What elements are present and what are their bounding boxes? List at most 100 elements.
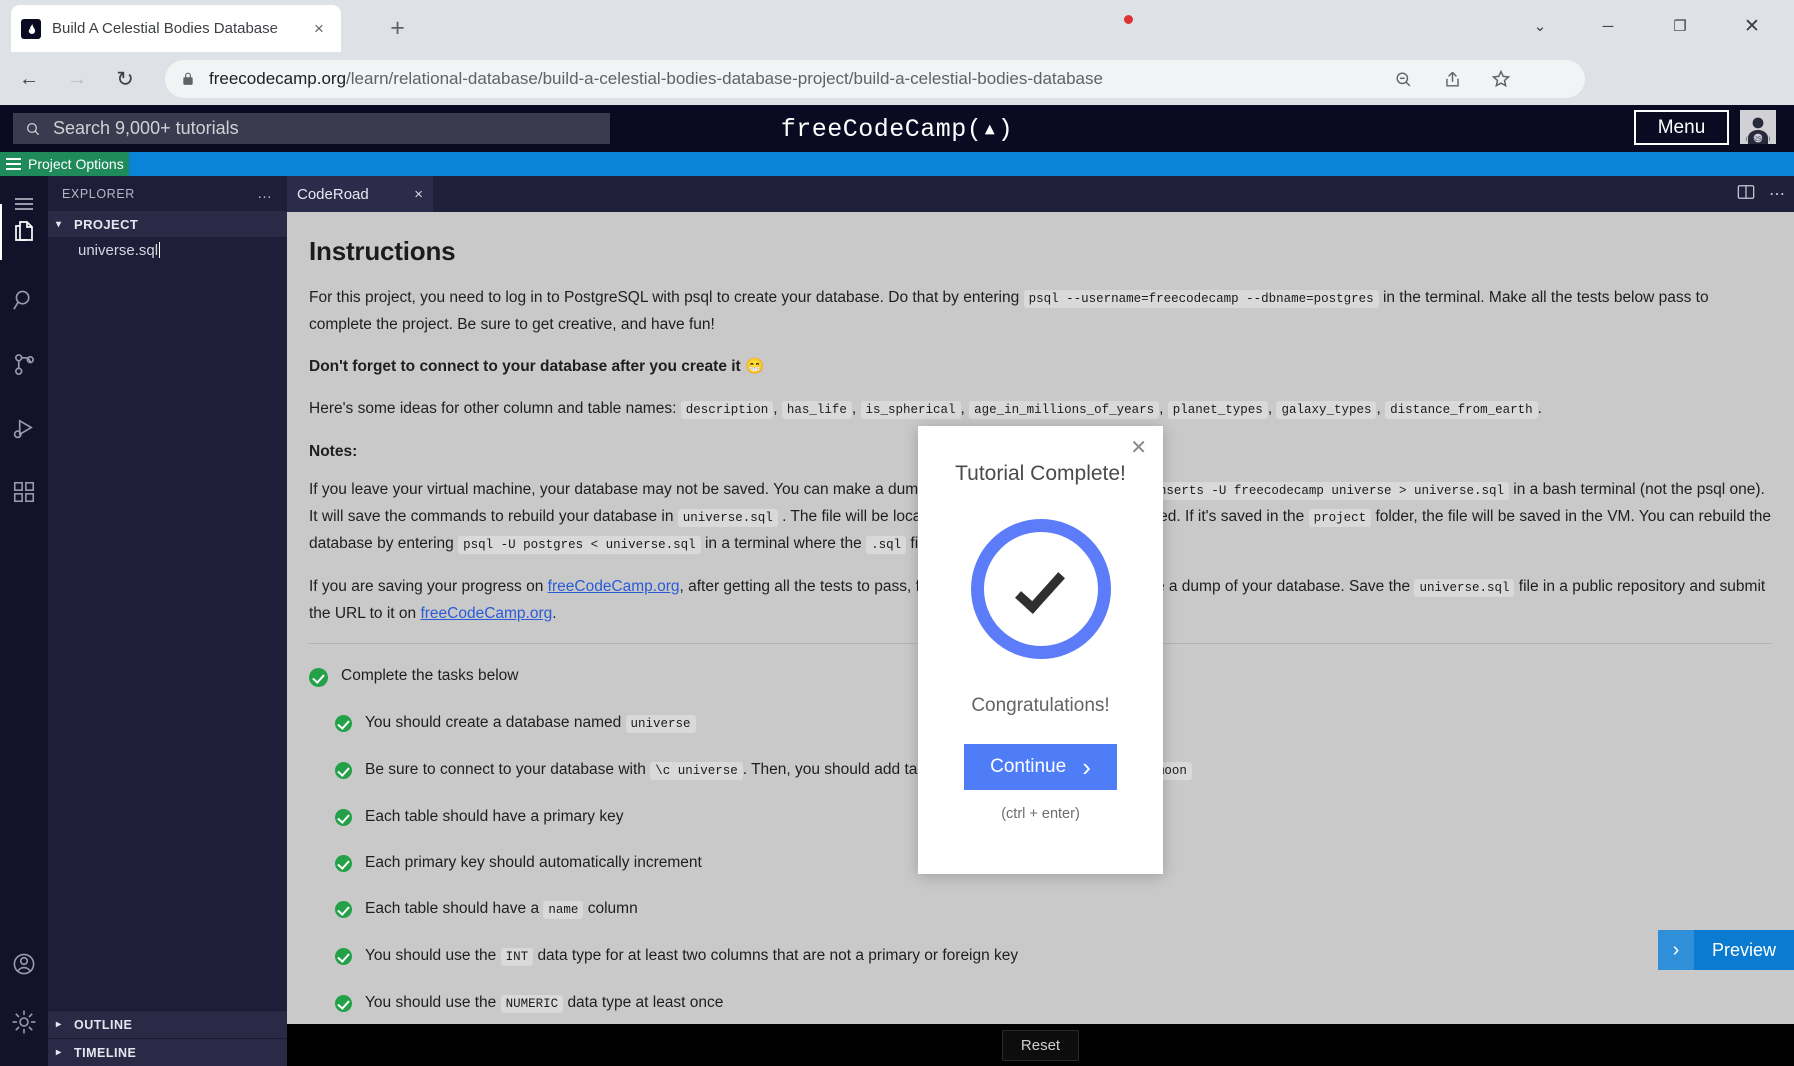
task-text-pre: You should use the — [365, 947, 497, 964]
task-text-pre: You should create a database named — [365, 714, 622, 731]
browser-chrome: Build A Celestial Bodies Database × + ⌄ … — [0, 0, 1794, 142]
check-circle-icon — [335, 995, 352, 1012]
instr-p3-lead: Here's some ideas for other column and t… — [309, 400, 677, 417]
close-icon[interactable]: ✕ — [1130, 438, 1147, 458]
tab-strip: Build A Celestial Bodies Database × + ⌄ … — [0, 0, 1794, 52]
share-icon[interactable] — [1434, 61, 1470, 97]
instructions-paragraph-2: Don't forget to connect to your database… — [309, 358, 765, 375]
sidebar-item-search[interactable] — [0, 272, 48, 328]
modal-title: Tutorial Complete! — [955, 462, 1126, 485]
code-is-spherical: is_spherical — [860, 401, 961, 419]
task-item-text: Each table should have a primary key — [365, 808, 624, 825]
minimize-icon[interactable]: ─ — [1578, 0, 1638, 52]
sidebar-item-run-and-debug[interactable] — [0, 400, 48, 456]
project-options-button[interactable]: Project Options — [0, 152, 129, 176]
check-circle-icon — [335, 715, 352, 732]
code-int-type: INT — [500, 948, 534, 966]
preview-button-label: Preview — [1693, 930, 1794, 970]
continue-button[interactable]: Continue › — [964, 744, 1117, 790]
explorer-header: EXPLORER … — [48, 176, 287, 211]
modal-shortcut-hint: (ctrl + enter) — [1001, 806, 1080, 822]
check-circle-icon — [335, 901, 352, 918]
sidebar-item-explorer[interactable] — [0, 204, 48, 260]
freecodecamp-header: freeCodeCamp(▴) Search 9,000+ tutorials — [0, 105, 1794, 152]
activity-bar — [0, 176, 48, 1066]
zoom-out-icon[interactable] — [1385, 61, 1421, 97]
code-has-life: has_life — [781, 401, 852, 419]
code-psql-login: psql --username=freecodecamp --dbname=po… — [1023, 290, 1379, 308]
project-options-label: Project Options — [28, 156, 124, 172]
vscode-window: EXPLORER … ▾ PROJECT universe.sql ▸ OUTL… — [0, 176, 1794, 1066]
browser-tab[interactable]: Build A Celestial Bodies Database × — [11, 5, 341, 52]
check-circle-icon — [335, 809, 352, 826]
code-distance-from-earth: distance_from_earth — [1385, 401, 1538, 419]
page-title: Instructions — [309, 236, 456, 266]
explorer-file-universe-sql[interactable]: universe.sql — [48, 237, 287, 263]
task-item-text: You should use the INT data type for at … — [365, 946, 1018, 967]
lock-icon — [181, 72, 195, 86]
explorer-timeline-label: TIMELINE — [74, 1045, 137, 1060]
task-text-post: data type for at least two columns that … — [537, 947, 1019, 964]
chevron-down-icon[interactable]: ⌄ — [1510, 0, 1570, 52]
url-path: /learn/relational-database/build-a-celes… — [346, 69, 1103, 88]
close-icon[interactable]: × — [414, 186, 423, 203]
note2-part-d: . — [552, 605, 557, 622]
new-tab-button[interactable]: + — [380, 11, 415, 46]
instr-p1-part-a: For this project, you need to log in to … — [309, 289, 1020, 306]
code-psql-restore: psql -U postgres < universe.sql — [458, 536, 701, 554]
task-item: You should use the INT data type for at … — [309, 946, 1772, 967]
menu-button[interactable]: Menu — [1634, 110, 1729, 145]
split-editor-icon[interactable] — [1737, 183, 1755, 206]
freecodecamp-link-2[interactable]: freeCodeCamp.org — [420, 605, 552, 622]
code-name-column: name — [543, 901, 584, 919]
editor-actions: ⋯ — [1737, 176, 1786, 212]
forward-icon[interactable]: → — [60, 62, 94, 96]
note1-part-e: in a terminal where the — [704, 535, 862, 552]
sidebar-item-source-control[interactable] — [0, 336, 48, 392]
note2-part-a: If you are saving your progress on — [309, 578, 544, 595]
task-item-text: Each primary key should automatically in… — [365, 854, 702, 871]
search-input[interactable]: Search 9,000+ tutorials — [13, 113, 610, 144]
chevron-right-icon: ▸ — [56, 1019, 62, 1030]
code-universe-sql-1: universe.sql — [677, 509, 778, 527]
freecodecamp-logo-text: freeCodeCamp(▴) — [780, 115, 1014, 144]
chevron-down-icon: ▾ — [56, 218, 62, 230]
explorer-section-outline[interactable]: ▸ OUTLINE — [48, 1010, 287, 1038]
tab-coderoad[interactable]: CodeRoad × — [287, 176, 433, 212]
sidebar-item-extensions[interactable] — [0, 464, 48, 520]
explorer-section-timeline[interactable]: ▸ TIMELINE — [48, 1038, 287, 1066]
reload-icon[interactable]: ↻ — [108, 62, 142, 96]
freecodecamp-link-1[interactable]: freeCodeCamp.org — [548, 578, 680, 595]
modal-subtitle: Congratulations! — [971, 695, 1110, 716]
window-close-icon[interactable]: ✕ — [1722, 0, 1782, 52]
check-circle-icon — [309, 668, 328, 687]
sidebar-item-accounts[interactable] — [0, 936, 48, 992]
explorer-sidebar: EXPLORER … ▾ PROJECT universe.sql ▸ OUTL… — [48, 176, 287, 1066]
code-universe-db: universe — [625, 715, 696, 733]
explorer-section-project[interactable]: ▾ PROJECT — [48, 211, 287, 237]
task-text-pre: You should use the — [365, 994, 497, 1011]
code-connect-universe: \c universe — [650, 762, 743, 780]
continue-button-label: Continue — [990, 756, 1067, 777]
tasks-heading: Complete the tasks below — [341, 667, 519, 684]
code-numeric-type: NUMERIC — [500, 995, 564, 1013]
explorer-bottom-sections: ▸ OUTLINE ▸ TIMELINE — [48, 1010, 287, 1066]
reset-button[interactable]: Reset — [1001, 1029, 1080, 1061]
settings-gear-icon[interactable] — [0, 994, 48, 1050]
task-item: Each table should have a name column — [309, 899, 1772, 920]
back-icon[interactable]: ← — [12, 62, 46, 96]
code-sql-ext: .sql — [866, 536, 907, 554]
avatar[interactable]: (\u25b4) — [1740, 110, 1776, 144]
explorer-file-label: universe.sql — [78, 241, 159, 259]
address-bar[interactable]: freecodecamp.org/learn/relational-databa… — [165, 60, 1585, 98]
maximize-icon[interactable]: ❐ — [1650, 0, 1710, 52]
close-icon[interactable]: × — [307, 17, 331, 41]
more-actions-icon[interactable]: ⋯ — [1769, 184, 1786, 204]
preview-button[interactable]: › Preview — [1657, 930, 1794, 970]
code-description: description — [680, 401, 774, 419]
checkmark-glyph — [1014, 562, 1065, 614]
bookmark-star-icon[interactable] — [1483, 61, 1519, 97]
task-text-post: column — [587, 900, 638, 917]
more-actions-icon[interactable]: … — [257, 185, 273, 202]
check-circle-icon — [335, 762, 352, 779]
